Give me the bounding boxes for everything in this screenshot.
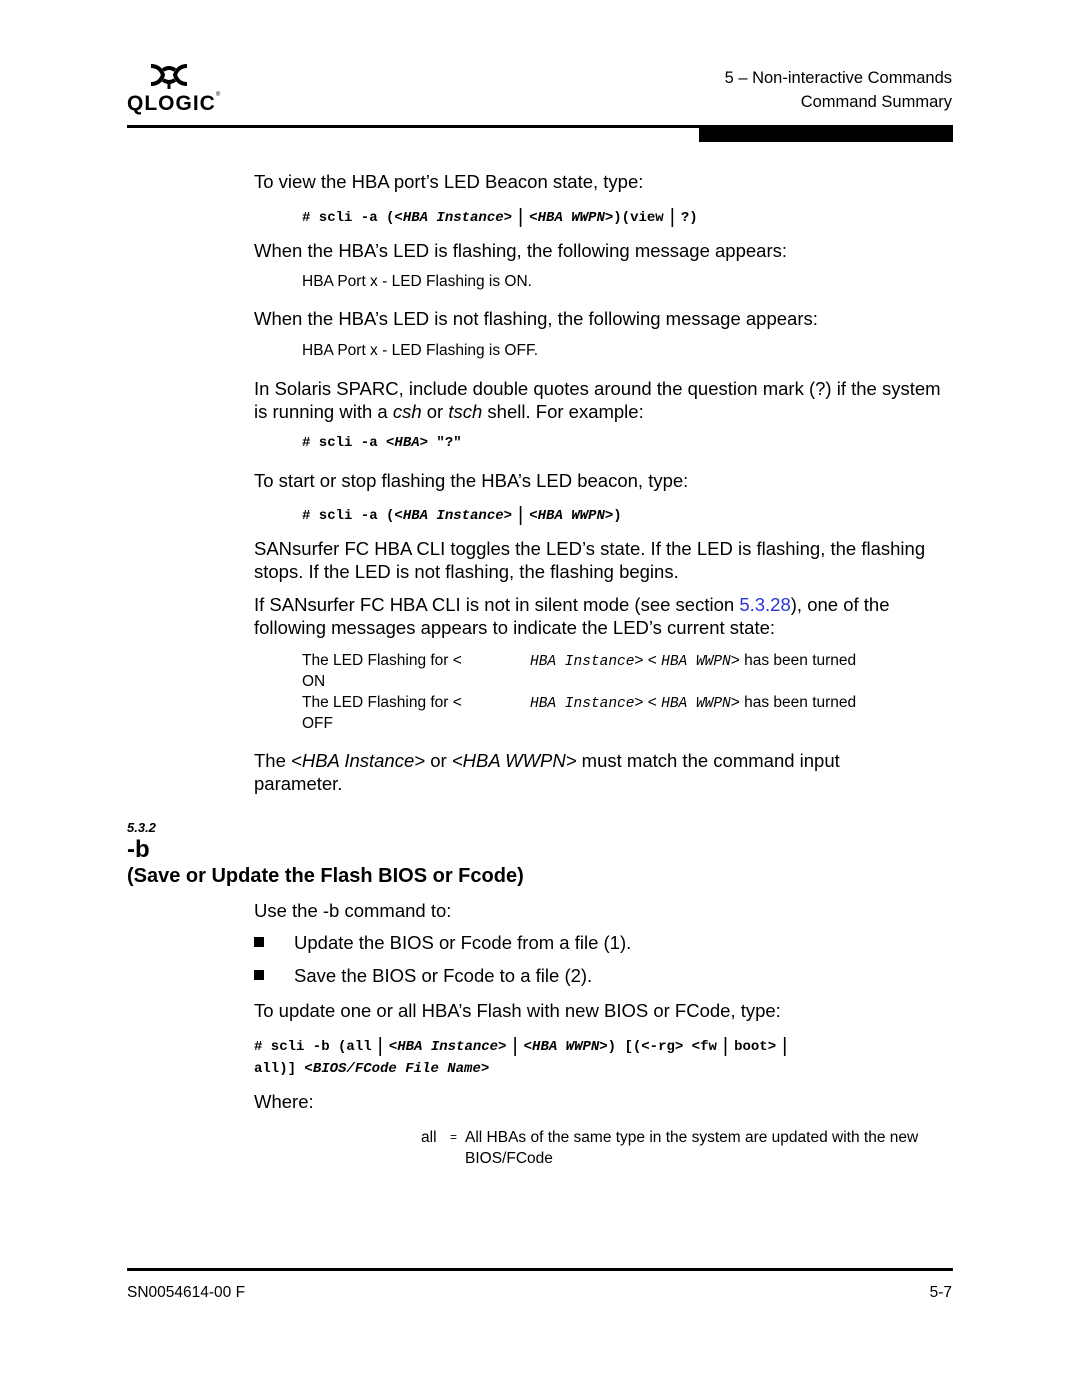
bullet-square-icon <box>254 970 264 980</box>
paragraph-must-match: The <HBA Instance> or <HBA WWPN> must ma… <box>254 750 840 794</box>
qlogic-logo-icon <box>150 64 188 89</box>
paragraph-update-flash: To update one or all HBA’s Flash with ne… <box>254 1000 781 1021</box>
message-led-on: HBA Port x - LED Flashing is ON. <box>302 273 532 290</box>
chapter-title: 5 – Non-interactive Commands <box>724 69 952 87</box>
command-view-beacon: # scli -a (<HBA Instance> | <HBA WWPN>)(vi… <box>302 206 698 228</box>
where-label: Where: <box>254 1091 314 1112</box>
where-equals: = <box>450 1130 458 1144</box>
paragraph-toggles: SANsurfer FC HBA CLI toggles the LED’s s… <box>254 538 926 582</box>
message-led-off: HBA Port x - LED Flashing is OFF. <box>302 342 539 359</box>
paragraph-solaris: In Solaris SPARC, include double quotes … <box>254 378 941 422</box>
paragraph-view-beacon: To view the HBA port’s LED Beacon state,… <box>254 171 644 192</box>
bullet-square-icon <box>254 937 264 947</box>
table-row: The LED Flashing for < HBA Instance> < H… <box>302 694 857 732</box>
paragraph-not-flashing: When the HBA’s LED is not flashing, the … <box>254 308 818 329</box>
list-item: Update the BIOS or Fcode from a file (1)… <box>254 932 631 954</box>
led-state-table: The LED Flashing for < HBA Instance> < H… <box>302 650 922 734</box>
section-number: 5.3.2 <box>127 820 156 835</box>
page-number: 5-7 <box>929 1284 952 1301</box>
paragraph-use-b: Use the -b command to: <box>254 900 452 921</box>
command-solaris: # scli -a <HBA> "?" <box>302 435 462 451</box>
command-b-syntax: # scli -b (all | <HBA Instance> | <HBA WWPN>… <box>254 1035 788 1077</box>
section-heading-description: (Save or Update the Flash BIOS or Fcode) <box>127 865 524 887</box>
list-item: Save the BIOS or Fcode to a file (2). <box>254 965 592 987</box>
paragraph-start-stop: To start or stop flashing the HBA’s LED … <box>254 470 689 491</box>
section-title: Command Summary <box>800 93 952 111</box>
header-tab-block <box>699 125 953 142</box>
document-id: SN0054614-00 F <box>127 1284 246 1301</box>
table-row: The LED Flashing for < HBA Instance> < H… <box>302 652 857 690</box>
qlogic-logo-text: QLOGIC® <box>127 92 222 115</box>
footer-rule <box>127 1268 953 1271</box>
command-toggle-beacon: # scli -a (<HBA Instance> | <HBA WWPN>) <box>302 504 622 526</box>
running-header: 5 – Non-interactive Commands Command Sum… <box>725 66 952 114</box>
paragraph-silent-mode: If SANsurfer FC HBA CLI is not in silent… <box>254 594 890 638</box>
where-description: All HBAs of the same type in the system … <box>465 1129 919 1167</box>
paragraph-flashing: When the HBA’s LED is flashing, the foll… <box>254 240 788 261</box>
where-term: all <box>421 1129 437 1146</box>
section-heading-command: -b <box>127 836 150 863</box>
section-link-5-3-28[interactable]: 5.3.28 <box>739 594 790 615</box>
